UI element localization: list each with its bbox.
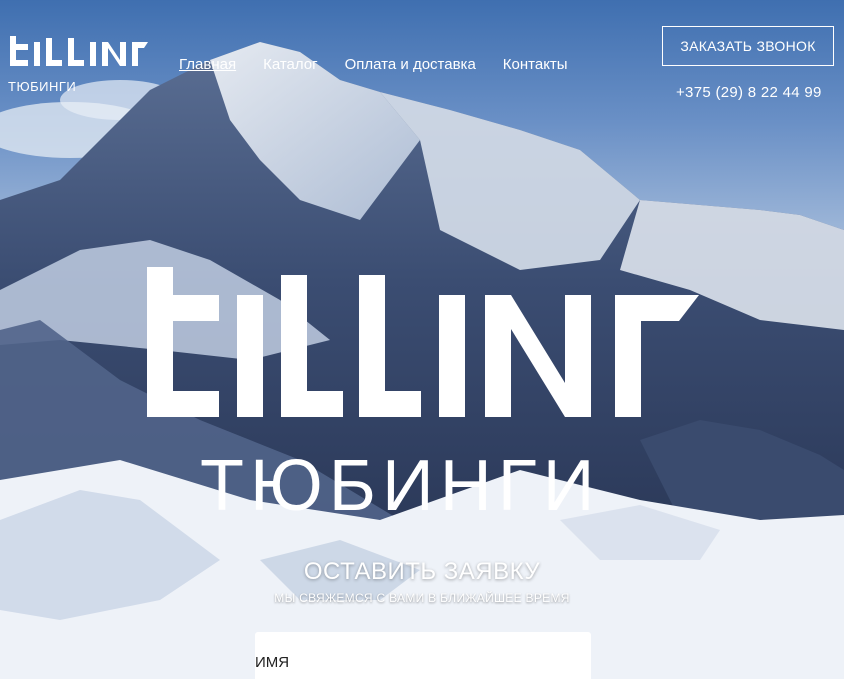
- tillini-logo-icon: [10, 36, 148, 66]
- request-form-subtitle: МЫ СВЯЖЕМСЯ С ВАМИ В БЛИЖАЙШЕЕ ВРЕМЯ: [274, 591, 570, 605]
- hero-subtitle: ТЮБИНГИ: [200, 446, 601, 526]
- nav-item-catalog[interactable]: Каталог: [263, 56, 318, 73]
- order-call-button[interactable]: ЗАКАЗАТЬ ЗВОНОК: [662, 26, 834, 66]
- hero-section: ТЮБИНГИ Главная Каталог Оплата и доставк…: [0, 0, 844, 679]
- main-nav: Главная Каталог Оплата и доставка Контак…: [179, 56, 595, 73]
- header-logo-tagline: ТЮБИНГИ: [8, 79, 77, 94]
- request-form-title: ОСТАВИТЬ ЗАЯВКУ: [303, 558, 541, 585]
- nav-item-home[interactable]: Главная: [179, 56, 236, 73]
- nav-item-contacts[interactable]: Контакты: [503, 56, 568, 73]
- nav-item-payment-delivery[interactable]: Оплата и доставка: [345, 56, 476, 73]
- header-logo[interactable]: ТЮБИНГИ: [8, 34, 148, 94]
- phone-number-link[interactable]: +375 (29) 8 22 44 99: [676, 84, 822, 101]
- tillini-large-logo-icon: [147, 267, 699, 417]
- name-input[interactable]: [255, 632, 591, 679]
- hero-logo: [145, 265, 701, 430]
